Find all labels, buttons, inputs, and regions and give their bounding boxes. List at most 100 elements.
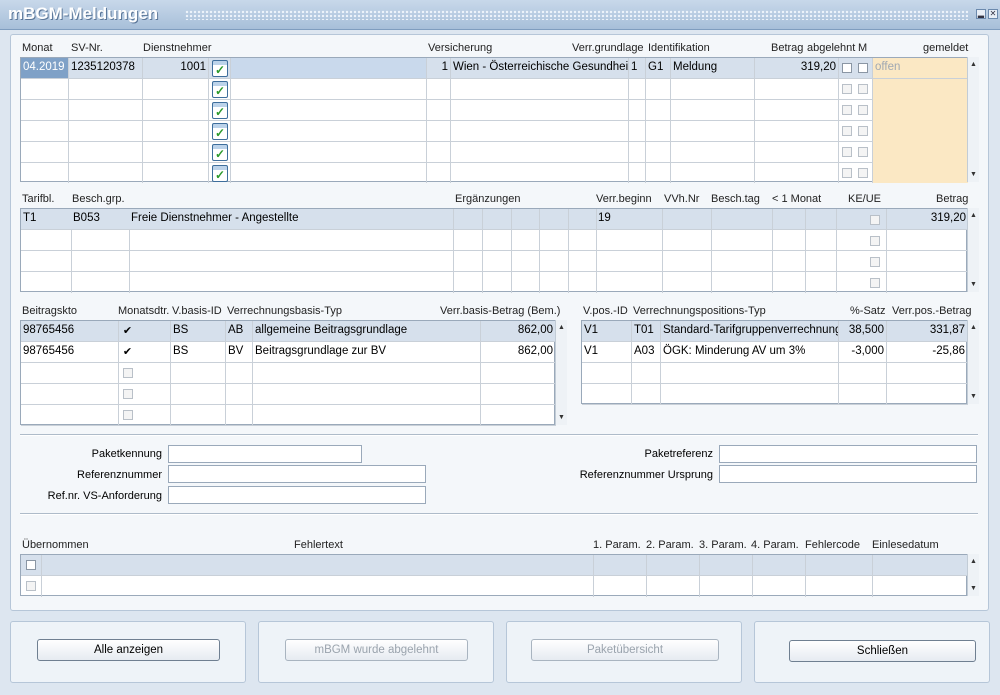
cell-vpcode[interactable]: T01	[632, 321, 661, 342]
scroll-up-icon[interactable]: ▲	[968, 556, 979, 567]
cell-svnr[interactable]: 1235120378	[69, 58, 143, 79]
keue-checkbox[interactable]	[870, 236, 880, 246]
monatsdtr-checkbox[interactable]	[123, 389, 133, 399]
cell-vers-num[interactable]: 1	[427, 58, 451, 79]
document-check-icon[interactable]: ✓	[212, 165, 228, 182]
m-checkbox[interactable]	[858, 84, 868, 94]
close-icon[interactable]: ✕	[988, 9, 998, 19]
paketkennung-input[interactable]	[168, 445, 362, 463]
schliessen-button[interactable]: Schließen	[789, 640, 976, 662]
cell-vbbetrag[interactable]: 862,00	[481, 321, 556, 342]
cell-ident-code[interactable]: G1	[646, 58, 671, 79]
cell-verrbeginn[interactable]: 19	[596, 209, 636, 230]
cell-betrag2[interactable]: 319,20	[887, 209, 968, 230]
cell-dn-name[interactable]	[231, 58, 427, 79]
m-checkbox[interactable]	[858, 168, 868, 178]
cell-vposid[interactable]: V1	[582, 321, 632, 342]
paketreferenz-input[interactable]	[719, 445, 977, 463]
col-svnr: SV-Nr.	[71, 42, 103, 54]
cell-konto[interactable]: 98765456	[21, 342, 119, 363]
keue-checkbox[interactable]	[870, 215, 880, 225]
cell-ident-text[interactable]: Meldung	[671, 58, 755, 79]
cell-vptyp[interactable]: Standard-Tarifgruppenverrechnung	[661, 321, 839, 342]
cell-vers-name[interactable]: Wien - Österreichische Gesundheit	[451, 58, 629, 79]
cell-vbid[interactable]: BS	[171, 342, 226, 363]
refnr-ursprung-label: Referenznummer Ursprung	[579, 469, 713, 481]
cell-vposid[interactable]: V1	[582, 342, 632, 363]
abgelehnt-checkbox[interactable]	[842, 84, 852, 94]
cell-vbid[interactable]: BS	[171, 321, 226, 342]
document-check-icon[interactable]: ✓	[212, 81, 228, 98]
scroll-up-icon[interactable]: ▲	[968, 59, 979, 70]
scroll-down-icon[interactable]: ▼	[968, 583, 979, 594]
cell-dienstnehmer[interactable]: 1001	[143, 58, 209, 79]
scroll-up-icon[interactable]: ▲	[968, 322, 979, 333]
minimize-icon[interactable]: ▂	[976, 9, 986, 19]
cell-satz[interactable]: 38,500	[839, 321, 887, 342]
monatsdtr-checkbox-checked[interactable]: ✔	[122, 347, 133, 358]
cell-satz[interactable]: -3,000	[839, 342, 887, 363]
cell-tarifbl[interactable]: T1	[21, 209, 71, 230]
cell-monat[interactable]: 04.2019	[21, 58, 69, 79]
document-check-icon[interactable]: ✓	[212, 123, 228, 140]
scroll-down-icon[interactable]: ▼	[968, 279, 979, 290]
cell-beschgrp[interactable]: B053	[71, 209, 129, 230]
m-checkbox[interactable]	[858, 126, 868, 136]
cell-vbtyp[interactable]: allgemeine Beitragsgrundlage	[253, 321, 481, 342]
cell-vpcode[interactable]: A03	[632, 342, 661, 363]
cell-vpbetrag[interactable]: -25,86	[887, 342, 968, 363]
cell-beschgrp-desc[interactable]: Freie Dienstnehmer - Angestellte	[129, 209, 449, 230]
cell-vg[interactable]: 1	[629, 58, 646, 79]
uebernommen-checkbox[interactable]	[26, 560, 36, 570]
cell-vptyp[interactable]: ÖGK: Minderung AV um 3%	[661, 342, 839, 363]
cell-gemeldet[interactable]: offen	[873, 58, 968, 79]
scroll-up-icon[interactable]: ▲	[556, 322, 567, 333]
keue-checkbox[interactable]	[870, 257, 880, 267]
col-fehlercode: Fehlercode	[805, 539, 861, 551]
paketuebersicht-button[interactable]: Paketübersicht	[531, 639, 719, 661]
monatsdtr-checkbox[interactable]	[123, 410, 133, 420]
refnr-vs-input[interactable]	[168, 486, 426, 504]
tarifblock-table: T1 B053 Freie Dienstnehmer - Angestellte…	[20, 208, 968, 293]
cell-vbtyp[interactable]: Beitragsgrundlage zur BV	[253, 342, 481, 363]
m-checkbox[interactable]	[858, 105, 868, 115]
uebernommen-checkbox[interactable]	[26, 581, 36, 591]
monatsdtr-checkbox-checked[interactable]: ✔	[122, 326, 133, 337]
abgelehnt-checkbox[interactable]	[842, 168, 852, 178]
tarifblock-scrollbar[interactable]: ▲ ▼	[967, 208, 979, 292]
monatsdtr-checkbox[interactable]	[123, 368, 133, 378]
button-group: mBGM wurde abgelehnt	[258, 621, 494, 683]
verrechnungsbasis-scrollbar[interactable]: ▲ ▼	[555, 320, 567, 425]
col-param2: 2. Param.	[646, 539, 694, 551]
abgelehnt-checkbox[interactable]	[842, 63, 852, 73]
referenznummer-input[interactable]	[168, 465, 426, 483]
abgelehnt-checkbox[interactable]	[842, 105, 852, 115]
meldungen-scrollbar[interactable]: ▲ ▼	[967, 57, 979, 182]
document-check-icon[interactable]: ✓	[212, 60, 228, 77]
scroll-up-icon[interactable]: ▲	[968, 210, 979, 221]
cell-vbcode[interactable]: BV	[226, 342, 253, 363]
col-lt1monat: < 1 Monat	[772, 193, 822, 205]
m-checkbox[interactable]	[858, 147, 868, 157]
abgelehnt-checkbox[interactable]	[842, 147, 852, 157]
cell-konto[interactable]: 98765456	[21, 321, 119, 342]
scroll-down-icon[interactable]: ▼	[968, 391, 979, 402]
cell-vpbetrag[interactable]: 331,87	[887, 321, 968, 342]
abgelehnt-checkbox[interactable]	[842, 126, 852, 136]
fehler-scrollbar[interactable]: ▲ ▼	[967, 554, 979, 596]
document-check-icon[interactable]: ✓	[212, 144, 228, 161]
keue-checkbox[interactable]	[870, 278, 880, 288]
scroll-down-icon[interactable]: ▼	[968, 169, 979, 180]
m-checkbox[interactable]	[858, 63, 868, 73]
refnr-ursprung-input[interactable]	[719, 465, 977, 483]
alle-anzeigen-button[interactable]: Alle anzeigen	[37, 639, 220, 661]
paketkennung-label: Paketkennung	[91, 448, 162, 460]
document-check-icon[interactable]: ✓	[212, 102, 228, 119]
cell-betrag[interactable]: 319,20	[755, 58, 839, 79]
mbgm-abgelehnt-button[interactable]: mBGM wurde abgelehnt	[285, 639, 468, 661]
verrechnungspositionen-scrollbar[interactable]: ▲ ▼	[967, 320, 979, 404]
col-param4: 4. Param.	[751, 539, 799, 551]
cell-vbcode[interactable]: AB	[226, 321, 253, 342]
scroll-down-icon[interactable]: ▼	[556, 412, 567, 423]
cell-vbbetrag[interactable]: 862,00	[481, 342, 556, 363]
